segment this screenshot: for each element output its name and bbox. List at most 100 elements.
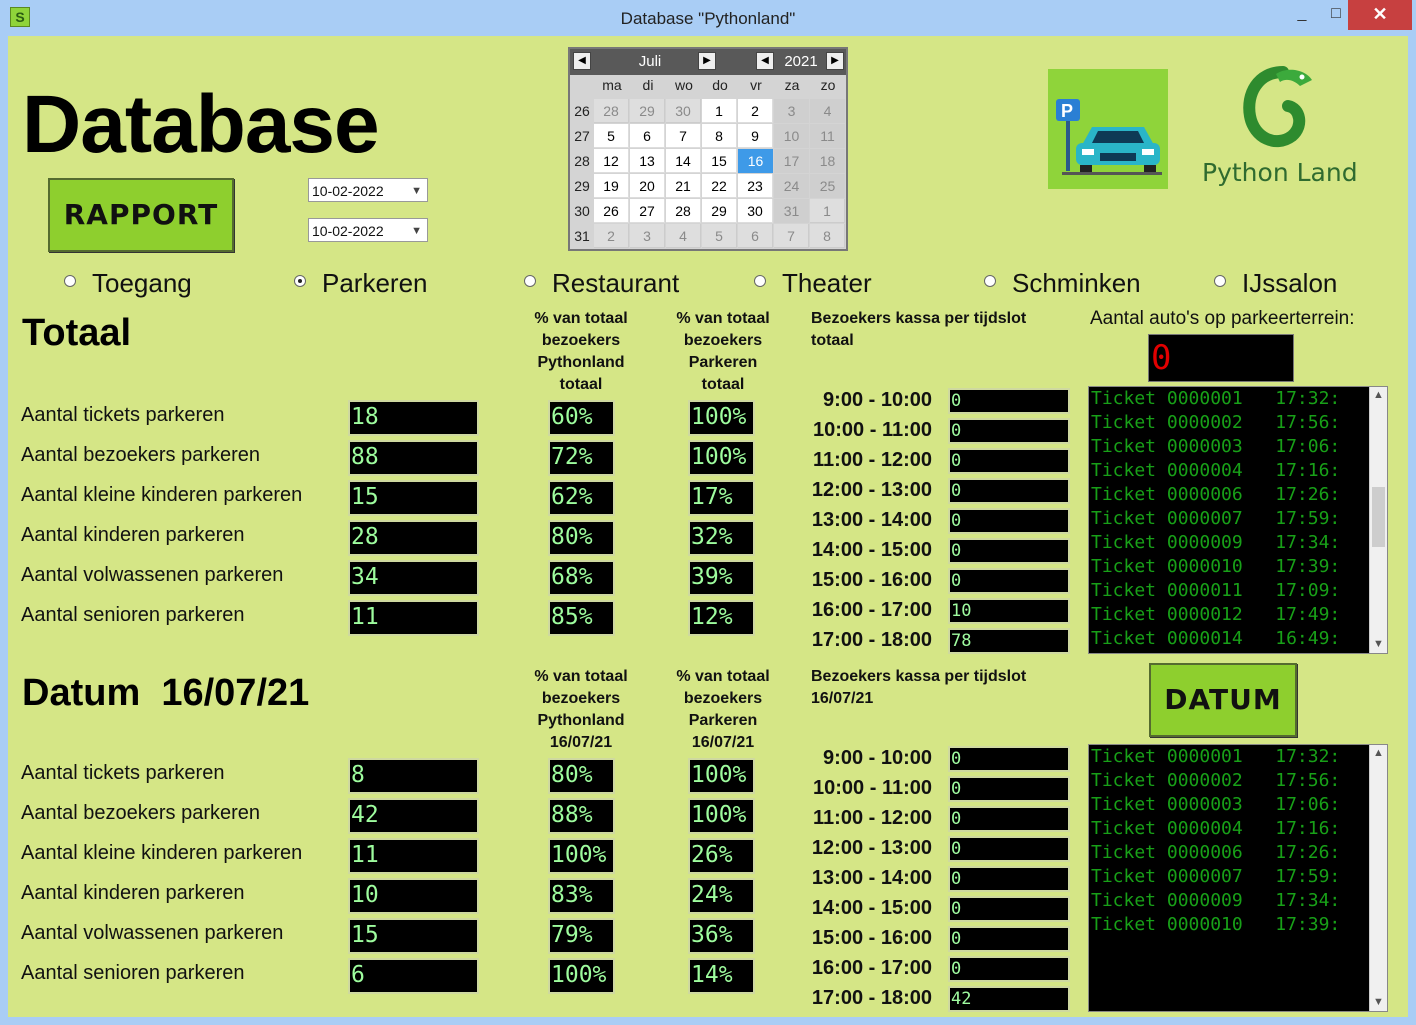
calendar-day[interactable]: 27 xyxy=(630,199,665,223)
list-item[interactable]: Ticket 0000011 17:09: xyxy=(1089,579,1387,603)
radio-button-icon[interactable] xyxy=(524,275,536,288)
list-item[interactable]: Ticket 0000014 16:49: xyxy=(1089,627,1387,651)
list-item[interactable]: Ticket 0000007 17:59: xyxy=(1089,507,1387,531)
calendar-day[interactable]: 4 xyxy=(810,99,845,123)
list-item[interactable]: Ticket 0000004 17:16: xyxy=(1089,817,1387,841)
list-item[interactable]: Ticket 0000003 17:06: xyxy=(1089,435,1387,459)
page-title: Database xyxy=(22,79,380,170)
calendar-day[interactable]: 5 xyxy=(702,224,737,248)
list-item[interactable]: Ticket 0000006 17:26: xyxy=(1089,841,1387,865)
calendar-day[interactable]: 20 xyxy=(630,174,665,198)
date-from-select[interactable]: 10-02-2022 ▼ xyxy=(308,178,428,202)
radio-toegang[interactable]: Toegang xyxy=(64,268,192,298)
calendar-day[interactable]: 2 xyxy=(738,99,773,123)
scroll-down-icon[interactable]: ▼ xyxy=(1370,636,1387,653)
totaal-ticket-list[interactable]: Ticket 0000001 17:32: Ticket 0000002 17:5… xyxy=(1088,386,1388,654)
rapport-button[interactable]: RAPPORT xyxy=(48,178,234,252)
calendar-day[interactable]: 7 xyxy=(666,124,701,148)
calendar-day[interactable]: 8 xyxy=(810,224,845,248)
calendar-day[interactable]: 6 xyxy=(630,124,665,148)
calendar-day[interactable]: 16 xyxy=(738,149,773,173)
radio-theater[interactable]: Theater xyxy=(754,268,872,298)
scrollbar[interactable]: ▲ ▼ xyxy=(1369,745,1387,1011)
scroll-up-icon[interactable]: ▲ xyxy=(1370,745,1387,762)
calendar-day[interactable]: 3 xyxy=(774,99,809,123)
list-item[interactable]: Ticket 0000007 17:59: xyxy=(1089,865,1387,889)
radio-button-icon[interactable] xyxy=(984,275,996,288)
list-item[interactable]: Ticket 0000006 17:26: xyxy=(1089,483,1387,507)
list-item[interactable]: Ticket 0000012 17:49: xyxy=(1089,603,1387,627)
timeslot-value: 0 xyxy=(948,806,1070,832)
calendar-day[interactable]: 24 xyxy=(774,174,809,198)
calendar-day[interactable]: 17 xyxy=(774,149,809,173)
scrollbar[interactable]: ▲ ▼ xyxy=(1369,387,1387,653)
calendar-day[interactable]: 30 xyxy=(666,99,701,123)
calendar-day[interactable]: 3 xyxy=(630,224,665,248)
calendar-day[interactable]: 2 xyxy=(594,224,629,248)
date-to-select[interactable]: 10-02-2022 ▼ xyxy=(308,218,428,242)
calendar-day[interactable]: 29 xyxy=(702,199,737,223)
calendar-day[interactable]: 26 xyxy=(594,199,629,223)
calendar-day[interactable]: 12 xyxy=(594,149,629,173)
calendar-day[interactable]: 6 xyxy=(738,224,773,248)
scroll-thumb[interactable] xyxy=(1372,487,1385,547)
calendar-day[interactable]: 14 xyxy=(666,149,701,173)
calendar-day[interactable]: 4 xyxy=(666,224,701,248)
list-item[interactable]: Ticket 0000003 17:06: xyxy=(1089,793,1387,817)
radio-ijssalon[interactable]: IJssalon xyxy=(1214,268,1337,298)
calendar-day[interactable]: 30 xyxy=(738,199,773,223)
calendar-day[interactable]: 22 xyxy=(702,174,737,198)
calendar-day[interactable]: 25 xyxy=(810,174,845,198)
scroll-down-icon[interactable]: ▼ xyxy=(1370,994,1387,1011)
parking-logo: P xyxy=(1048,69,1168,189)
datum-ticket-list[interactable]: Ticket 0000001 17:32: Ticket 0000002 17:5… xyxy=(1088,744,1388,1012)
calendar-day[interactable]: 1 xyxy=(702,99,737,123)
radio-button-icon[interactable] xyxy=(64,275,76,288)
calendar-day[interactable]: 8 xyxy=(702,124,737,148)
chevron-down-icon: ▼ xyxy=(411,185,422,197)
datum-button[interactable]: DATUM xyxy=(1149,663,1297,737)
close-button[interactable]: ✕ xyxy=(1348,0,1412,30)
list-item[interactable]: Ticket 0000009 17:34: xyxy=(1089,531,1387,555)
list-item[interactable]: Ticket 0000002 17:56: xyxy=(1089,411,1387,435)
calendar-day[interactable]: 9 xyxy=(738,124,773,148)
radio-schminken[interactable]: Schminken xyxy=(984,268,1141,298)
list-item[interactable]: Ticket 0000010 17:39: xyxy=(1089,913,1387,937)
timeslot-label: 14:00 - 15:00 xyxy=(811,539,932,561)
calendar-day[interactable]: 11 xyxy=(810,124,845,148)
list-item[interactable]: Ticket 0000010 17:39: xyxy=(1089,555,1387,579)
list-item[interactable]: Ticket 0000001 17:32: xyxy=(1089,387,1387,411)
pct-parkeren-display: 17% xyxy=(688,480,755,516)
list-item[interactable]: Ticket 0000001 17:32: xyxy=(1089,745,1387,769)
next-year-button[interactable]: ▶ xyxy=(826,52,844,70)
calendar[interactable]: ◀ Juli ▶ ◀ 2021 ▶ ma di wo do vr za zo 26 28 29 30… xyxy=(568,47,848,251)
calendar-day[interactable]: 5 xyxy=(594,124,629,148)
radio-button-icon[interactable] xyxy=(1214,275,1226,288)
calendar-day[interactable]: 19 xyxy=(594,174,629,198)
calendar-day[interactable]: 31 xyxy=(774,199,809,223)
radio-button-icon[interactable] xyxy=(754,275,766,288)
calendar-day[interactable]: 18 xyxy=(810,149,845,173)
calendar-day[interactable]: 28 xyxy=(666,199,701,223)
calendar-day[interactable]: 7 xyxy=(774,224,809,248)
prev-year-button[interactable]: ◀ xyxy=(756,52,774,70)
calendar-day[interactable]: 21 xyxy=(666,174,701,198)
timeslot-label: 13:00 - 14:00 xyxy=(811,509,932,531)
calendar-day[interactable]: 23 xyxy=(738,174,773,198)
radio-restaurant[interactable]: Restaurant xyxy=(524,268,679,298)
scroll-up-icon[interactable]: ▲ xyxy=(1370,387,1387,404)
list-item[interactable]: Ticket 0000009 17:34: xyxy=(1089,889,1387,913)
radio-parkeren[interactable]: Parkeren xyxy=(294,268,428,298)
list-item[interactable]: Ticket 0000002 17:56: xyxy=(1089,769,1387,793)
calendar-day[interactable]: 13 xyxy=(630,149,665,173)
radio-button-icon[interactable] xyxy=(294,275,306,288)
calendar-day[interactable]: 1 xyxy=(810,199,845,223)
car-parking-icon: P xyxy=(1056,99,1162,175)
calendar-day[interactable]: 29 xyxy=(630,99,665,123)
calendar-day[interactable]: 15 xyxy=(702,149,737,173)
calendar-day[interactable]: 28 xyxy=(594,99,629,123)
list-item[interactable]: Ticket 0000004 17:16: xyxy=(1089,459,1387,483)
calendar-day[interactable]: 10 xyxy=(774,124,809,148)
next-month-button[interactable]: ▶ xyxy=(698,52,716,70)
prev-month-button[interactable]: ◀ xyxy=(573,52,591,70)
